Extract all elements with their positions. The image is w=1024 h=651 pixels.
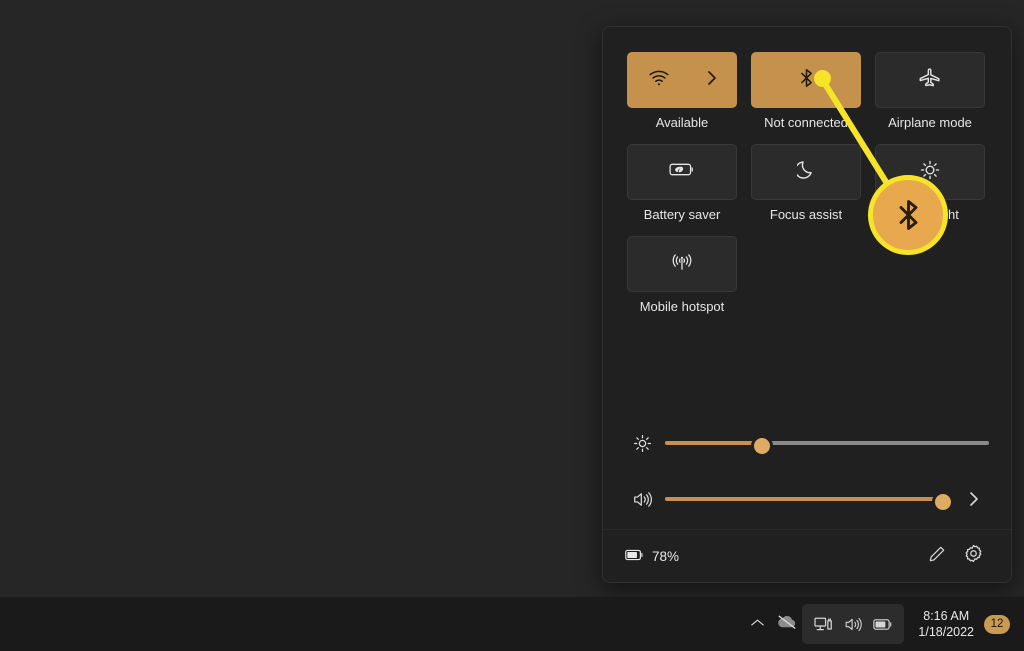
tile-bluetooth[interactable] — [751, 52, 861, 108]
brightness-slider-row — [627, 415, 989, 471]
pencil-icon — [928, 545, 946, 568]
chevron-up-icon — [750, 615, 765, 633]
brightness-slider-track[interactable] — [665, 435, 989, 457]
tile-focus-assist-wrapper: Focus assist — [751, 144, 861, 222]
quick-settings-panel: Available Not connected Airplane mode Ba… — [602, 26, 1012, 583]
volume-slider-fill — [665, 497, 940, 501]
hotspot-icon — [670, 252, 694, 277]
tile-bluetooth-label: Not connected — [764, 115, 848, 130]
tile-focus-assist[interactable] — [751, 144, 861, 200]
taskbar: 8:16 AM 1/18/2022 12 — [0, 597, 1024, 651]
chevron-right-icon[interactable] — [706, 69, 718, 92]
tile-airplane-mode[interactable] — [875, 52, 985, 108]
tile-wifi-wrapper: Available — [627, 52, 737, 130]
settings-button[interactable] — [955, 538, 991, 574]
edit-quick-settings-button[interactable] — [919, 538, 955, 574]
quick-settings-footer: 78% — [603, 529, 1011, 582]
clock-date: 1/18/2022 — [918, 625, 974, 639]
tile-wifi-label: Available — [655, 115, 709, 130]
tile-wifi[interactable] — [627, 52, 737, 108]
battery-icon[interactable] — [870, 604, 896, 644]
slider-group — [627, 415, 989, 527]
quick-settings-tray-button[interactable] — [802, 604, 905, 644]
tile-battery-saver-wrapper: Battery saver — [627, 144, 737, 222]
notification-count-badge[interactable]: 12 — [984, 614, 1010, 634]
volume-expand-chevron-right-icon[interactable] — [959, 490, 989, 508]
tile-night-light-wrapper: Night light — [875, 144, 985, 222]
tile-mobile-hotspot[interactable] — [627, 236, 737, 292]
tile-airplane-mode-label: Airplane mode — [888, 115, 972, 130]
screen: Available Not connected Airplane mode Ba… — [0, 0, 1024, 651]
tile-mobile-hotspot-label: Mobile hotspot — [639, 299, 725, 314]
battery-icon — [625, 549, 644, 564]
tile-battery-saver[interactable] — [627, 144, 737, 200]
battery-percent-label: 78% — [652, 548, 680, 564]
brightness-icon — [627, 434, 657, 453]
battery-status: 78% — [625, 549, 679, 564]
volume-slider-track[interactable] — [665, 491, 954, 513]
airplane-icon — [919, 67, 942, 93]
tile-night-light-label: Night light — [901, 207, 959, 222]
bluetooth-icon — [799, 67, 814, 94]
system-tray: 8:16 AM 1/18/2022 12 — [742, 597, 1014, 651]
wifi-icon — [648, 69, 670, 92]
tile-bluetooth-wrapper: Not connected — [751, 52, 861, 130]
tile-mobile-hotspot-wrapper: Mobile hotspot — [627, 236, 737, 314]
moon-icon — [794, 159, 816, 185]
brightness-slider-fill — [665, 441, 759, 445]
show-hidden-icons-button[interactable] — [742, 604, 772, 644]
cloud-offline-icon — [777, 614, 797, 635]
tile-night-light[interactable] — [875, 144, 985, 200]
clock-time: 8:16 AM — [923, 609, 970, 623]
volume-slider-thumb[interactable] — [931, 491, 954, 513]
network-icon[interactable] — [810, 604, 836, 644]
volume-slider-row — [627, 471, 989, 527]
volume-icon[interactable] — [840, 604, 866, 644]
night-light-icon — [920, 160, 940, 185]
tile-focus-assist-label: Focus assist — [769, 207, 843, 222]
tile-airplane-mode-wrapper: Airplane mode — [875, 52, 985, 130]
brightness-slider-thumb[interactable] — [750, 435, 773, 457]
clock-button[interactable]: 8:16 AM 1/18/2022 — [904, 602, 984, 646]
gear-icon — [964, 544, 983, 568]
tile-battery-saver-label: Battery saver — [643, 207, 721, 222]
battery-saver-icon — [669, 161, 695, 183]
quick-settings-tile-grid: Available Not connected Airplane mode Ba… — [627, 52, 987, 314]
volume-icon — [627, 490, 657, 509]
onedrive-offline-button[interactable] — [772, 604, 802, 644]
